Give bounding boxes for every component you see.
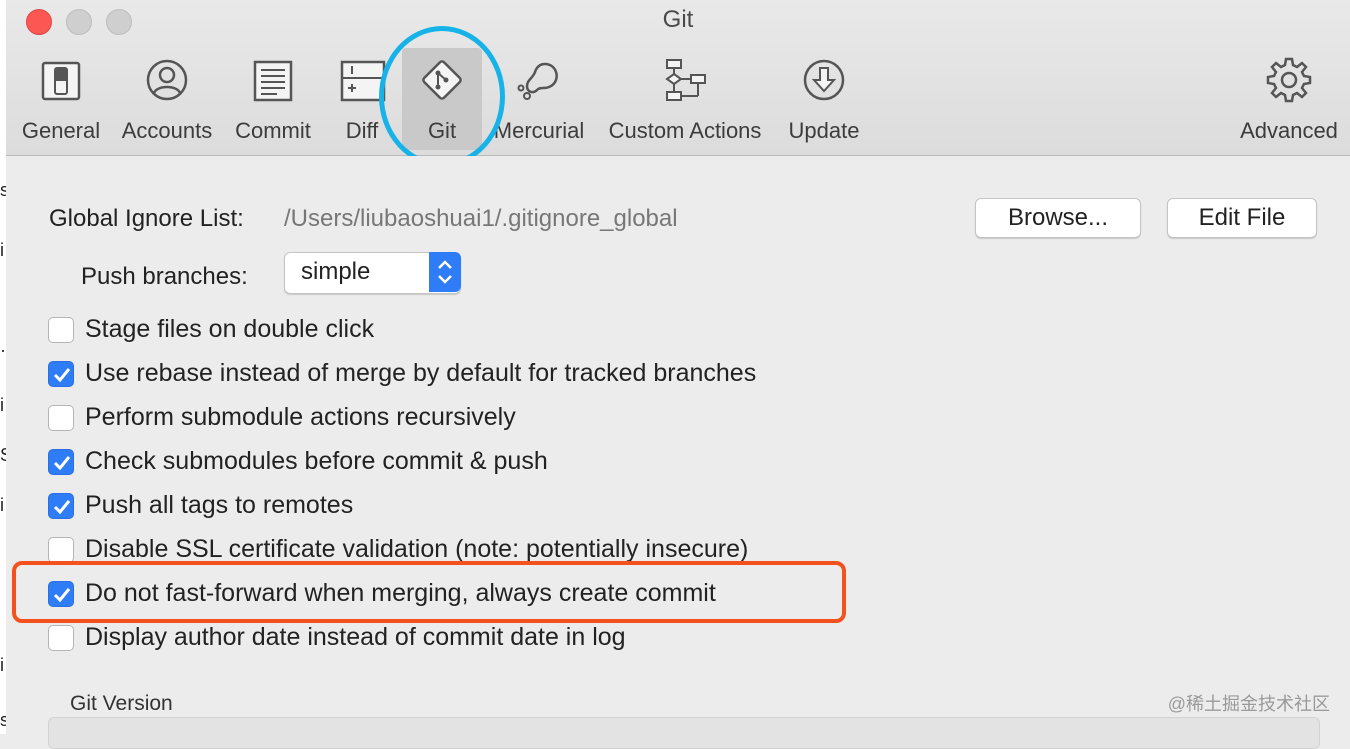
toolbar-label-custom-actions: Custom Actions [608, 118, 762, 143]
toolbar-tab-commit[interactable]: Commit [228, 48, 318, 150]
flowchart-icon [665, 59, 706, 101]
diff-icon [340, 60, 386, 102]
download-arrow-icon [803, 59, 845, 101]
git-version-group-box [48, 717, 1320, 749]
toolbar-tab-git[interactable]: Git [402, 48, 482, 150]
window-titlebar: Git General Accounts Commit Diff Git Mer… [6, 0, 1350, 156]
option-label: Stage files on double click [85, 315, 375, 343]
toolbar-label-mercurial: Mercurial [493, 118, 585, 143]
document-icon [253, 60, 293, 102]
option-label: Disable SSL certificate validation (note… [85, 535, 749, 563]
push-branches-value: simple [301, 258, 371, 285]
toolbar-tab-accounts[interactable]: Accounts [116, 48, 218, 150]
checkbox-checked[interactable] [48, 493, 74, 519]
toolbar-label-diff: Diff [345, 118, 379, 143]
toolbar-tab-update[interactable]: Update [780, 48, 868, 150]
git-version-group-label: Git Version [70, 692, 173, 715]
switch-icon [41, 61, 81, 101]
option-label: Perform submodule actions recursively [85, 403, 516, 431]
updown-chevron-icon [429, 252, 461, 292]
checkbox[interactable] [48, 317, 74, 343]
option-label: Push all tags to remotes [85, 491, 354, 519]
toolbar-label-git: Git [427, 118, 457, 143]
checkmark-icon [53, 500, 71, 515]
gear-icon [1266, 57, 1312, 103]
checkmark-icon [53, 588, 71, 603]
edit-file-button[interactable]: Edit File [1167, 198, 1317, 238]
toolbar-tab-advanced[interactable]: Advanced [1236, 48, 1342, 150]
option-label: Check submodules before commit & push [85, 447, 548, 475]
toolbar-tab-mercurial[interactable]: Mercurial [488, 48, 590, 150]
checkbox-checked[interactable] [48, 581, 74, 607]
checkbox[interactable] [48, 625, 74, 651]
checkbox-checked[interactable] [48, 361, 74, 387]
git-icon [422, 60, 462, 100]
watermark: @稀土掘金技术社区 [1167, 694, 1330, 714]
push-branches-select[interactable]: simple [284, 252, 461, 294]
window-title: Git [662, 6, 694, 33]
checkmark-icon [53, 368, 71, 383]
checkbox[interactable] [48, 537, 74, 563]
toolbar-label-accounts: Accounts [121, 118, 213, 143]
checkmark-icon [53, 456, 71, 471]
toolbar-tab-custom-actions[interactable]: Custom Actions [600, 48, 770, 150]
browse-button[interactable]: Browse... [975, 198, 1141, 238]
checkbox[interactable] [48, 405, 74, 431]
option-label: Display author date instead of commit da… [85, 623, 626, 651]
push-branches-label: Push branches: [81, 263, 248, 290]
toolbar-tab-diff[interactable]: Diff [328, 48, 396, 150]
option-label: Use rebase instead of merge by default f… [85, 359, 757, 387]
mercurial-icon [517, 62, 558, 100]
person-icon [146, 59, 188, 101]
global-ignore-label: Global Ignore List: [49, 205, 244, 232]
toolbar-label-commit: Commit [235, 118, 311, 143]
toolbar-tab-general[interactable]: General [16, 48, 106, 150]
option-label: Do not fast-forward when merging, always… [85, 579, 716, 607]
git-preferences-pane: Global Ignore List: /Users/liubaoshuai1/… [6, 156, 1350, 749]
toolbar-label-general: General [21, 118, 101, 143]
toolbar-label-advanced: Advanced [1240, 118, 1338, 143]
global-ignore-path: /Users/liubaoshuai1/.gitignore_global [284, 205, 678, 232]
toolbar-label-update: Update [788, 118, 860, 143]
checkbox-checked[interactable] [48, 449, 74, 475]
